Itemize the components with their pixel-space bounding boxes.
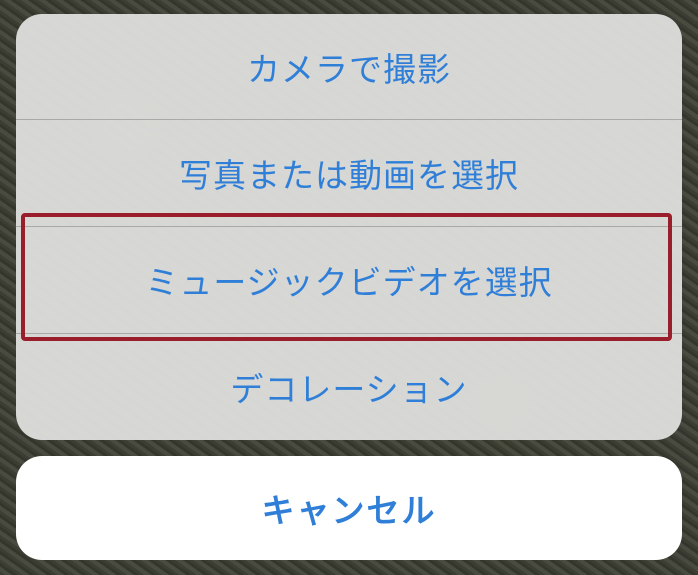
choose-music-video-button[interactable]: ミュージックビデオを選択: [16, 227, 682, 333]
decoration-label: デコレーション: [230, 370, 468, 409]
cancel-label: キャンセル: [261, 491, 437, 530]
choose-music-video-label: ミュージックビデオを選択: [145, 263, 553, 302]
choose-photo-or-video-button[interactable]: 写真または動画を選択: [16, 120, 682, 226]
action-sheet: カメラで撮影 写真または動画を選択 ミュージックビデオを選択 デコレーション: [16, 14, 682, 440]
take-photo-button[interactable]: カメラで撮影: [16, 14, 682, 120]
cancel-button[interactable]: キャンセル: [16, 456, 682, 560]
take-photo-label: カメラで撮影: [247, 50, 451, 89]
choose-photo-or-video-label: 写真または動画を選択: [179, 156, 519, 195]
decoration-button[interactable]: デコレーション: [16, 334, 682, 440]
